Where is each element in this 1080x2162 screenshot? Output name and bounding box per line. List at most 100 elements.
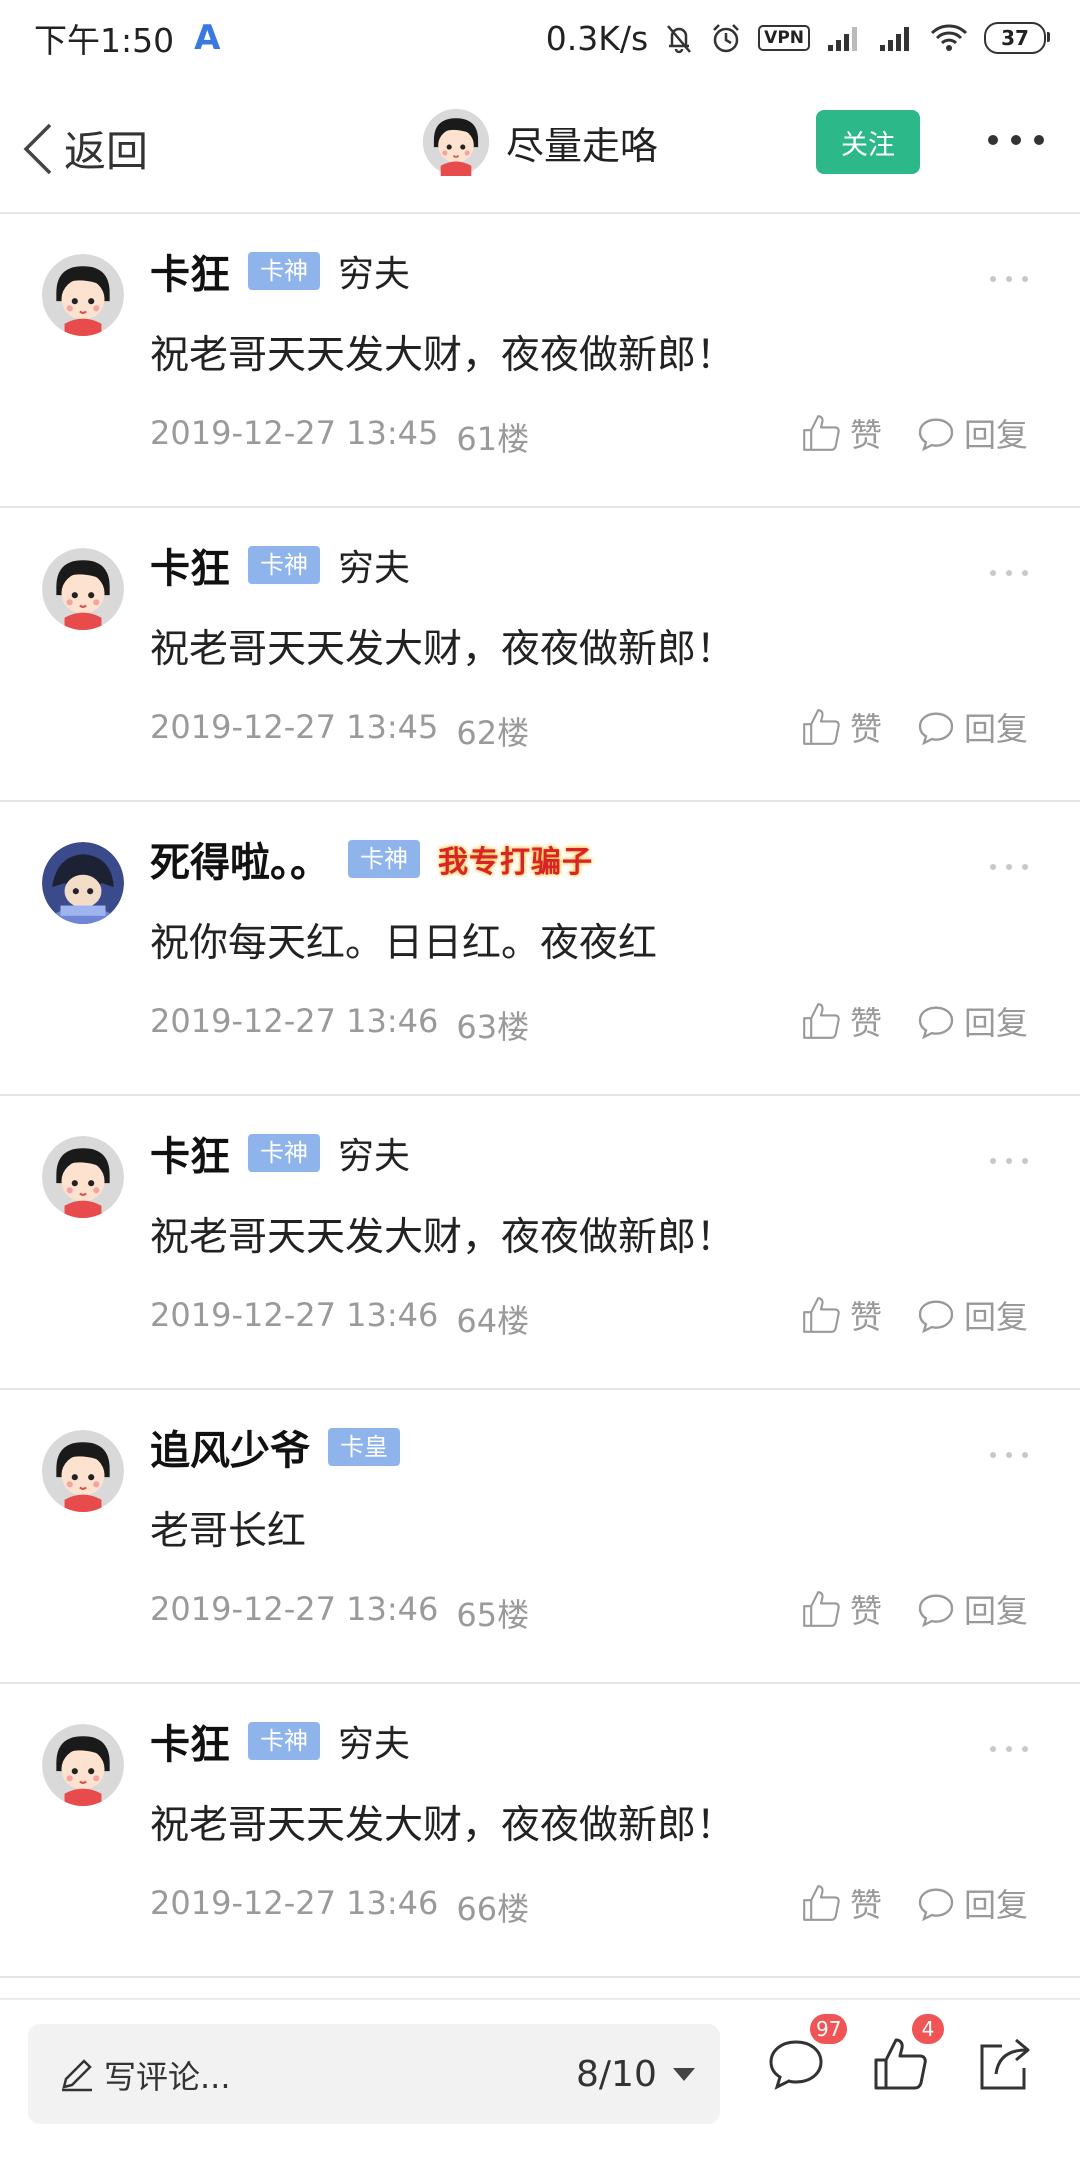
comment-more-icon[interactable] [990,570,1028,576]
user-level-badge: 卡神 [248,252,320,290]
comment-author-name[interactable]: 卡狂 [150,242,230,300]
signal-icon [828,27,857,51]
floor-number: 61楼 [456,420,530,458]
avatar[interactable] [42,548,124,630]
thumbs-up-icon [803,1003,840,1039]
comment-more-icon[interactable] [990,1746,1028,1752]
reply-button[interactable]: 回复 [916,1586,1028,1632]
comment-bubble-icon [918,1594,954,1628]
comment-timestamp: 2019-12-27 13:46 [150,1884,439,1922]
comment-author-name[interactable]: 卡狂 [150,1124,230,1182]
comment-item[interactable]: 卡狂 卡神 穷夫 祝老哥天天发大财，夜夜做新郎！ 2019-12-27 13:4… [0,508,1080,802]
like-post-button[interactable]: 4 [870,2014,944,2094]
comment-timestamp: 2019-12-27 13:46 [150,1002,439,1040]
comment-bubble-icon [918,418,954,452]
bottom-bar: 写评论... 8/10 97 4 [0,1998,1080,2162]
comment-item[interactable]: 卡狂 卡神 穷夫 祝老哥天天发大财，夜夜做新郎！ 2019-12-27 13:4… [0,214,1080,508]
comment-text: 老哥长红 [150,1509,307,1554]
like-button[interactable]: 赞 [800,998,882,1044]
page-number: 8/10 [576,2054,657,2095]
like-button[interactable]: 赞 [800,410,882,456]
battery-level: 37 [1001,26,1029,50]
write-comment-placeholder: 写评论... [104,2058,231,2096]
comment-timestamp: 2019-12-27 13:45 [150,708,439,746]
status-time: 下午1:50 [34,21,175,60]
comment-bubble-icon [918,712,954,746]
comment-bubble-icon [918,1006,954,1040]
floor-number: 63楼 [456,1008,530,1046]
user-level-badge: 卡皇 [328,1428,400,1466]
avatar[interactable] [42,1724,124,1806]
comment-more-icon[interactable] [990,1158,1028,1164]
reply-button[interactable]: 回复 [916,998,1028,1044]
comment-text: 祝老哥天天发大财，夜夜做新郎！ [150,333,736,378]
signal-icon-2 [880,27,909,51]
thumbs-up-icon [803,1297,840,1333]
comment-author-name[interactable]: 追风少爷 [150,1418,310,1476]
page-selector[interactable]: 8/10 [576,2054,695,2095]
like-button[interactable]: 赞 [800,1292,882,1338]
author-info[interactable]: 尽量走咯 [422,108,658,176]
avatar[interactable] [42,1430,124,1512]
reply-label: 回复 [964,1886,1029,1924]
user-level-badge: 卡神 [248,1722,320,1760]
battery-icon: 37 [984,22,1050,54]
comment-text: 祝你每天红。日日红。夜夜红 [150,921,658,966]
status-bar: 下午1:50 A 0.3K/s VPN 37 [0,0,1080,76]
like-label: 赞 [850,710,883,748]
reply-button[interactable]: 回复 [916,1292,1028,1338]
comment-item[interactable]: 追风少爷 卡皇 老哥长红 2019-12-27 13:46 65楼 赞 回复 [0,1390,1080,1684]
like-label: 赞 [850,416,883,454]
comment-more-icon[interactable] [990,276,1028,282]
user-level-badge: 卡神 [348,840,420,878]
author-name: 尽量走咯 [506,123,659,168]
floor-number: 65楼 [456,1596,530,1634]
floor-number: 62楼 [456,714,530,752]
reply-label: 回复 [964,1004,1029,1042]
caret-down-icon [672,2067,695,2081]
reply-button[interactable]: 回复 [916,704,1028,750]
floor-number: 66楼 [456,1890,530,1928]
reply-label: 回复 [964,416,1029,454]
comment-more-icon[interactable] [990,864,1028,870]
reply-button[interactable]: 回复 [916,410,1028,456]
comment-more-icon[interactable] [990,1452,1028,1458]
back-button[interactable]: 返回 [22,118,148,179]
write-comment-input[interactable]: 写评论... 8/10 [28,2024,720,2124]
like-button[interactable]: 赞 [800,1586,882,1632]
user-title: 穷夫 [338,1136,411,1177]
comment-text: 祝老哥天天发大财，夜夜做新郎！ [150,1215,736,1260]
thumbs-up-icon [803,415,840,451]
floor-number: 64楼 [456,1302,530,1340]
comment-item[interactable]: 卡狂 卡神 穷夫 祝老哥天天发大财，夜夜做新郎！ 2019-12-27 13:4… [0,1684,1080,1978]
share-icon [980,2038,1030,2090]
like-button[interactable]: 赞 [800,1880,882,1926]
pencil-icon [62,2059,92,2092]
thumbs-up-icon [803,1591,840,1627]
comment-item[interactable]: 死得啦。。 卡神 我专打骗子 祝你每天红。日日红。夜夜红 2019-12-27 … [0,802,1080,1096]
comment-timestamp: 2019-12-27 13:45 [150,414,439,452]
comment-text: 祝老哥天天发大财，夜夜做新郎！ [150,1803,736,1848]
avatar[interactable] [42,1136,124,1218]
user-title: 穷夫 [338,548,411,589]
like-label: 赞 [850,1298,883,1336]
comment-text: 祝老哥天天发大财，夜夜做新郎！ [150,627,736,672]
back-label: 返回 [64,127,149,176]
like-label: 赞 [850,1592,883,1630]
comment-author-name[interactable]: 死得啦。。 [150,830,330,888]
comment-author-name[interactable]: 卡狂 [150,1712,230,1770]
avatar[interactable] [42,842,124,924]
comments-button[interactable]: 97 [766,2014,848,2094]
like-label: 赞 [850,1004,883,1042]
comment-timestamp: 2019-12-27 13:46 [150,1296,439,1334]
like-button[interactable]: 赞 [800,704,882,750]
comment-author-name[interactable]: 卡狂 [150,536,230,594]
more-options-icon[interactable] [988,120,1044,160]
follow-button[interactable]: 关注 [816,110,920,174]
share-button[interactable] [974,2034,1034,2094]
avatar[interactable] [42,254,124,336]
avatar [422,108,490,176]
reply-button[interactable]: 回复 [916,1880,1028,1926]
comment-item[interactable]: 卡狂 卡神 穷夫 祝老哥天天发大财，夜夜做新郎！ 2019-12-27 13:4… [0,1096,1080,1390]
comment-timestamp: 2019-12-27 13:46 [150,1590,439,1628]
